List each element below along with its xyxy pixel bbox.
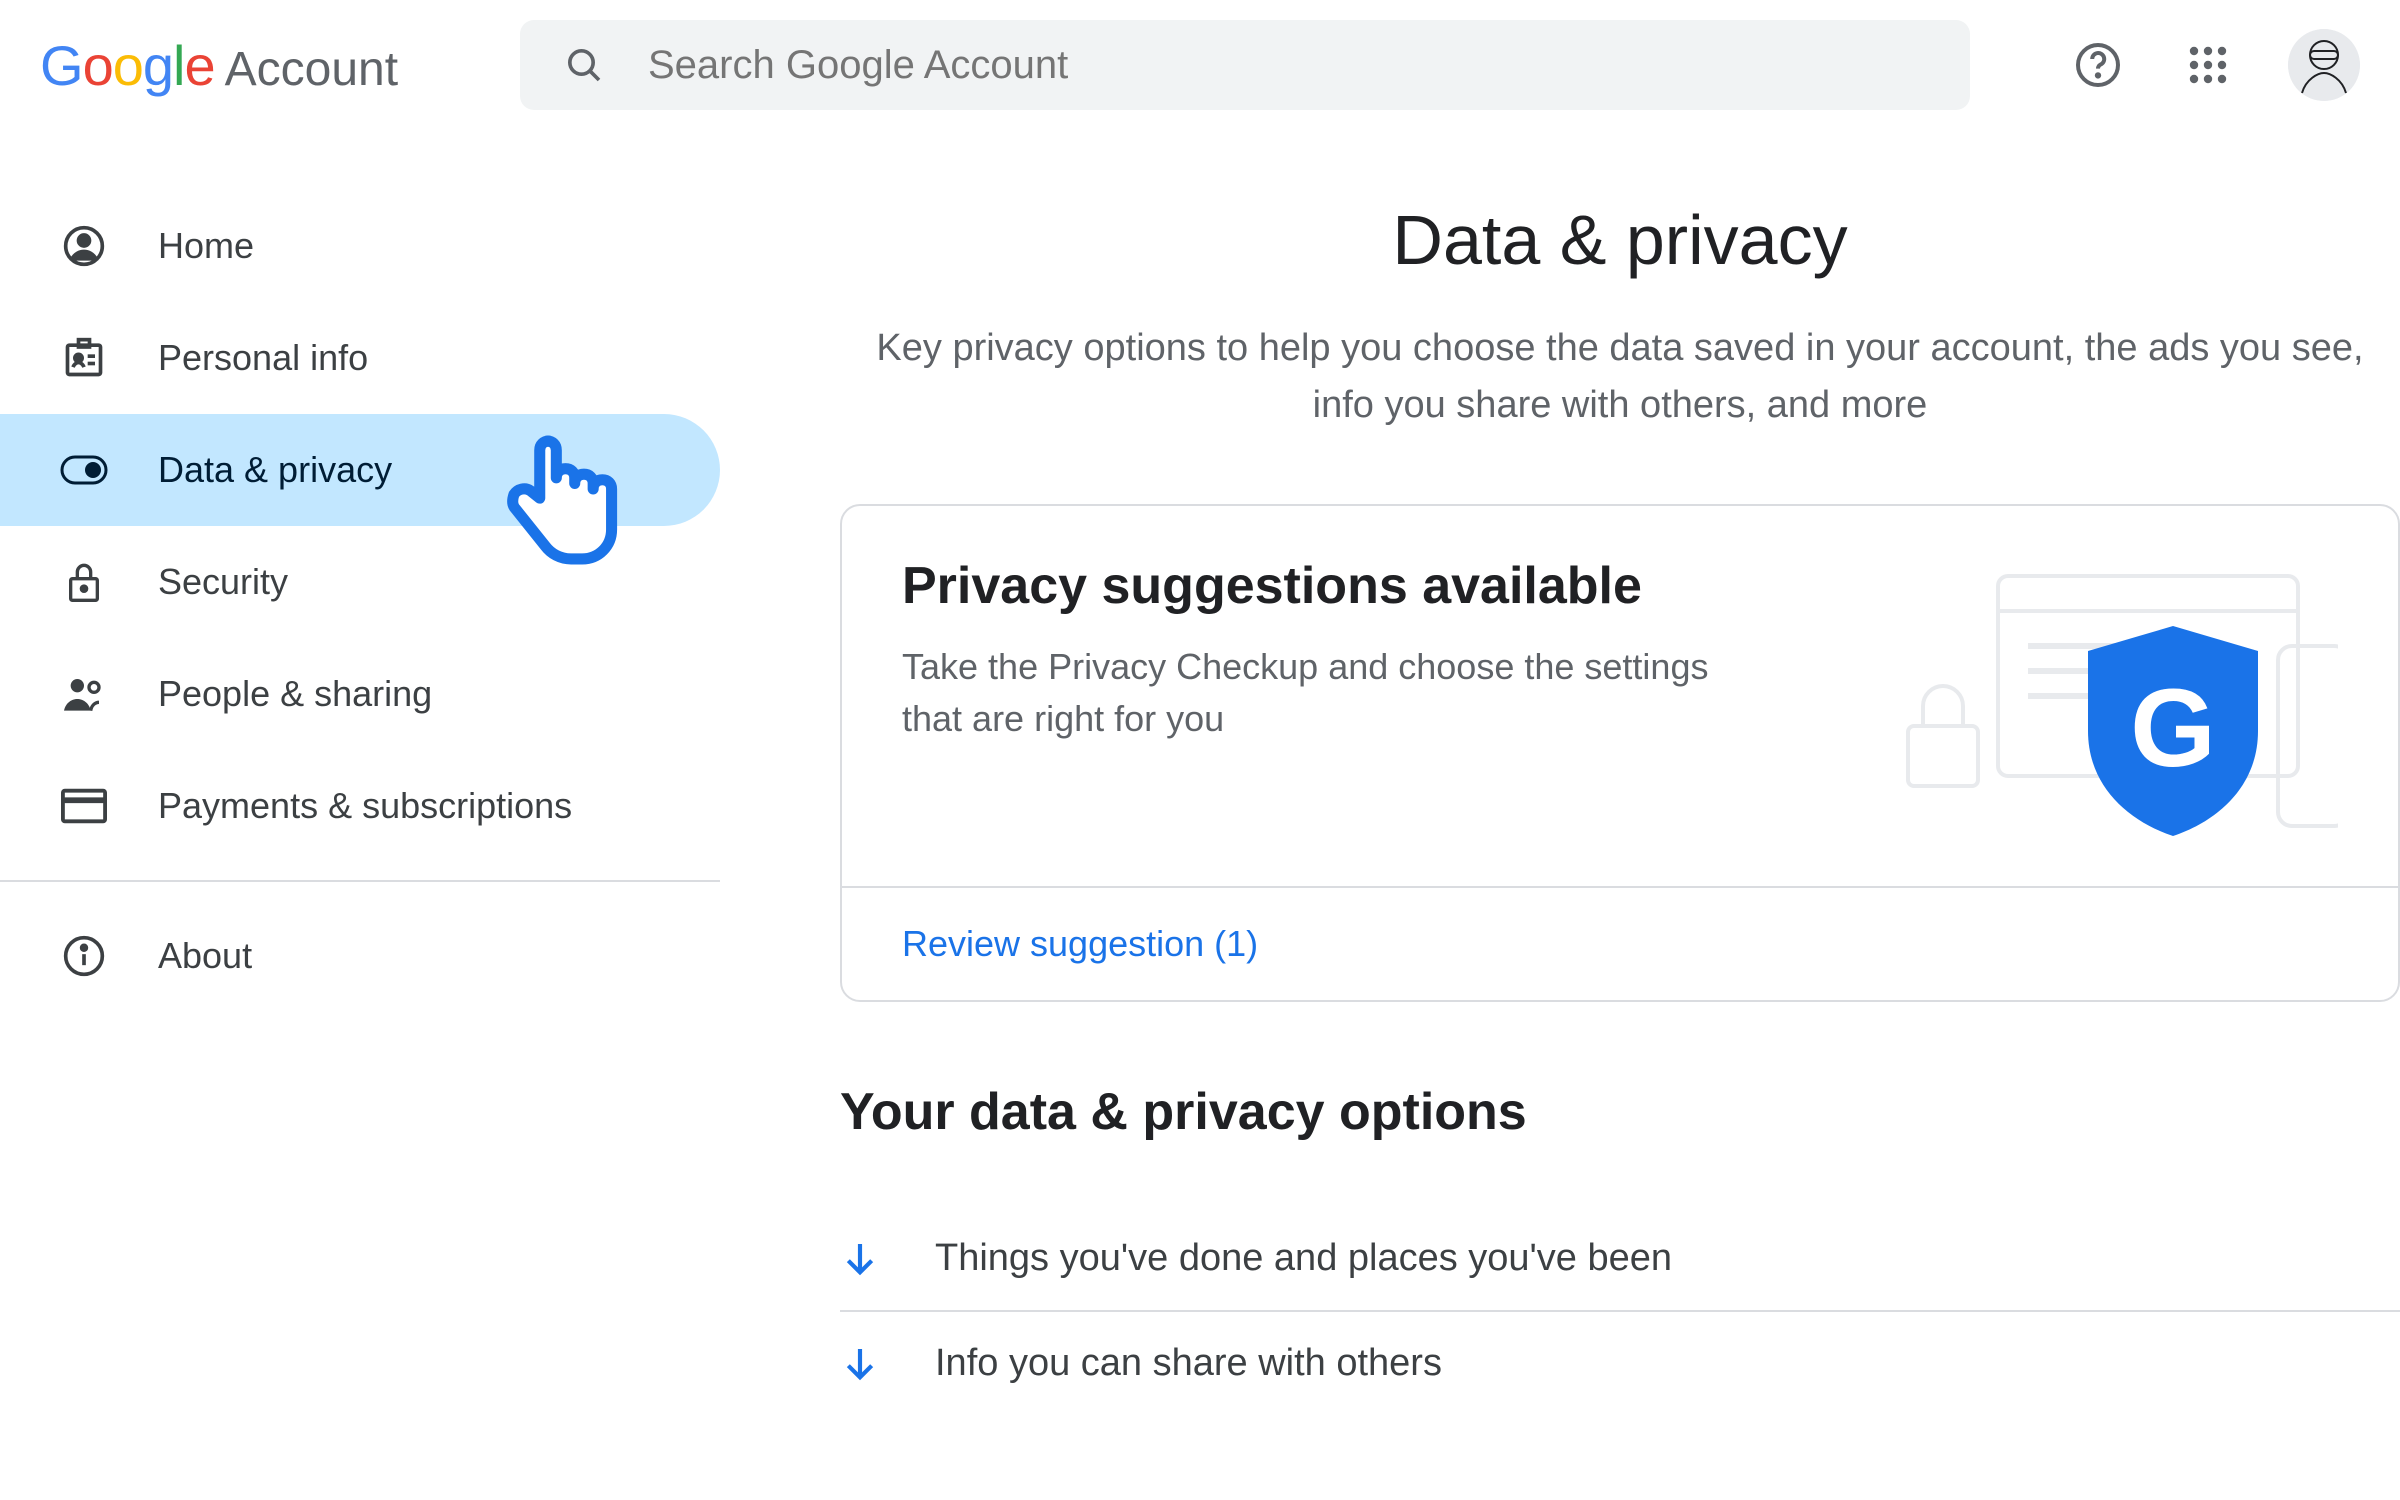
option-label: Things you've done and places you've bee… — [935, 1237, 1672, 1280]
avatar-icon — [2288, 29, 2360, 101]
sidebar-item-people-sharing[interactable]: People & sharing — [0, 638, 720, 750]
apps-grid-icon — [2187, 44, 2229, 86]
header-actions — [2008, 29, 2360, 101]
google-logo: Google — [40, 33, 215, 98]
product-name: Account — [225, 42, 398, 97]
card-title: Privacy suggestions available — [902, 556, 1758, 616]
option-row-share-info[interactable]: Info you can share with others — [840, 1312, 2400, 1415]
sidebar-item-payments[interactable]: Payments & subscriptions — [0, 750, 720, 862]
info-icon — [60, 932, 108, 980]
sidebar-item-about[interactable]: About — [0, 900, 720, 1012]
arrow-down-icon — [840, 1239, 880, 1279]
search-bar[interactable] — [520, 20, 1970, 110]
sidebar-item-personal-info[interactable]: Personal info — [0, 302, 720, 414]
review-suggestion-link[interactable]: Review suggestion (1) — [902, 923, 1258, 964]
arrow-down-icon — [840, 1344, 880, 1384]
search-icon — [560, 41, 608, 89]
sidebar-item-label: Personal info — [158, 337, 368, 379]
people-icon — [60, 670, 108, 718]
sidebar-item-label: Home — [158, 225, 254, 267]
help-button[interactable] — [2068, 35, 2128, 95]
header: Google Account — [0, 0, 2400, 130]
cursor-pointer-icon — [500, 430, 620, 570]
sidebar: Home Personal info Data & privacy Securi… — [0, 130, 720, 1500]
card-illustration: G — [1798, 556, 2338, 836]
privacy-suggestions-card: Privacy suggestions available Take the P… — [840, 504, 2400, 1002]
sidebar-item-label: People & sharing — [158, 673, 432, 715]
sidebar-item-label: About — [158, 935, 252, 977]
option-label: Info you can share with others — [935, 1342, 1442, 1385]
sidebar-item-label: Security — [158, 561, 288, 603]
home-icon — [60, 222, 108, 270]
help-icon — [2074, 41, 2122, 89]
sidebar-divider — [0, 880, 720, 882]
apps-button[interactable] — [2178, 35, 2238, 95]
sidebar-item-label: Data & privacy — [158, 449, 392, 491]
sidebar-item-home[interactable]: Home — [0, 190, 720, 302]
options-section-title: Your data & privacy options — [840, 1082, 2400, 1142]
card-description: Take the Privacy Checkup and choose the … — [902, 641, 1722, 745]
svg-text:G: G — [2130, 667, 2216, 790]
lock-icon — [60, 558, 108, 606]
toggle-icon — [60, 446, 108, 494]
sidebar-item-label: Payments & subscriptions — [158, 785, 572, 827]
option-row-activity[interactable]: Things you've done and places you've bee… — [840, 1207, 2400, 1312]
badge-icon — [60, 334, 108, 382]
logo-block[interactable]: Google Account — [40, 33, 520, 98]
card-icon — [60, 782, 108, 830]
account-avatar[interactable] — [2288, 29, 2360, 101]
page-title: Data & privacy — [840, 200, 2400, 280]
search-input[interactable] — [648, 43, 1930, 88]
page-subtitle: Key privacy options to help you choose t… — [870, 320, 2370, 434]
main-panel: Data & privacy Key privacy options to he… — [720, 130, 2400, 1500]
card-action-row: Review suggestion (1) — [842, 886, 2398, 1000]
